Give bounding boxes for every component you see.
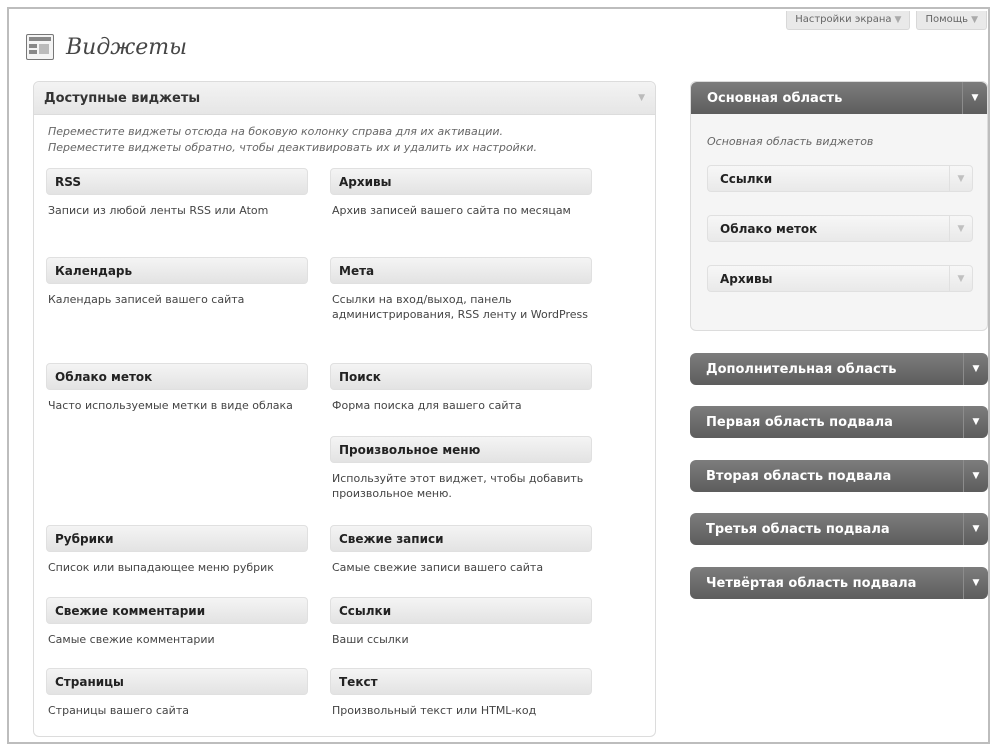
chevron-down-icon: ▼ (971, 15, 978, 25)
widget-pages[interactable]: Страницы Страницы вашего сайта (46, 668, 308, 718)
widget-description: Самые свежие записи вашего сайта (332, 561, 544, 574)
widget-description: Произвольный текст или HTML-код (332, 704, 537, 717)
widget-meta[interactable]: Мета Ссылки на вход/выход, панель админи… (330, 257, 592, 322)
widget-description: Страницы вашего сайта (48, 704, 189, 717)
widget-description: Форма поиска для вашего сайта (332, 399, 522, 412)
widget-description: Архив записей вашего сайта по месяцам (332, 204, 571, 217)
sidebar-title: Основная область (707, 90, 843, 106)
description-line: Переместите виджеты отсюда на боковую ко… (48, 125, 504, 138)
widget-title[interactable]: Мета (330, 257, 592, 284)
widget-title[interactable]: Поиск (330, 363, 592, 390)
placed-widget-title: Ссылки (720, 171, 773, 186)
chevron-down-icon[interactable]: ▼ (963, 567, 988, 599)
widget-rss[interactable]: RSS Записи из любой ленты RSS или Atom (46, 168, 308, 218)
available-widgets-description: Переместите виджеты отсюда на боковую ко… (48, 124, 537, 156)
widget-title[interactable]: Страницы (46, 668, 308, 695)
sidebar-main-header[interactable]: Основная область ▼ (691, 82, 987, 114)
widget-description: Самые свежие комментарии (48, 633, 215, 646)
sidebar-title: Первая область подвала (706, 414, 893, 430)
sidebar-footer-2[interactable]: Вторая область подвала ▼ (690, 460, 988, 492)
widget-title[interactable]: Рубрики (46, 525, 308, 552)
widget-search[interactable]: Поиск Форма поиска для вашего сайта (330, 363, 592, 413)
placed-widget-links[interactable]: Ссылки ▼ (707, 165, 973, 192)
widget-custom-menu[interactable]: Произвольное меню Используйте этот видже… (330, 436, 592, 501)
widget-archives[interactable]: Архивы Архив записей вашего сайта по мес… (330, 168, 592, 218)
widget-description: Календарь записей вашего сайта (48, 293, 245, 306)
top-buttons: Настройки экрана ▼ Помощь ▼ (786, 11, 987, 30)
widget-description: Список или выпадающее меню рубрик (48, 561, 274, 574)
widget-links[interactable]: Ссылки Ваши ссылки (330, 597, 592, 647)
chevron-down-icon: ▼ (894, 15, 902, 25)
sidebar-title: Третья область подвала (706, 521, 890, 537)
chevron-down-icon[interactable]: ▼ (963, 406, 988, 438)
page-title: Виджеты (66, 34, 188, 60)
widget-title[interactable]: RSS (46, 168, 308, 195)
widget-title[interactable]: Ссылки (330, 597, 592, 624)
sidebar-additional-area[interactable]: Дополнительная область ▼ (690, 353, 988, 385)
widget-title[interactable]: Произвольное меню (330, 436, 592, 463)
widget-title[interactable]: Архивы (330, 168, 592, 195)
sidebar-main-area: Основная область ▼ Основная область видж… (690, 81, 988, 331)
chevron-down-icon[interactable]: ▼ (949, 166, 972, 191)
widget-recent-comments[interactable]: Свежие комментарии Самые свежие коммента… (46, 597, 308, 647)
widget-categories[interactable]: Рубрики Список или выпадающее меню рубри… (46, 525, 308, 575)
chevron-down-icon[interactable]: ▼ (949, 216, 972, 241)
chevron-down-icon[interactable]: ▼ (963, 513, 988, 545)
sidebar-footer-1[interactable]: Первая область подвала ▼ (690, 406, 988, 438)
placed-widget-archives[interactable]: Архивы ▼ (707, 265, 973, 292)
widget-description: Ваши ссылки (332, 633, 409, 646)
available-widgets-header[interactable]: Доступные виджеты ▼ (34, 82, 655, 115)
description-line: Переместите виджеты обратно, чтобы деакт… (48, 141, 537, 154)
widget-text[interactable]: Текст Произвольный текст или HTML-код (330, 668, 592, 718)
chevron-down-icon[interactable]: ▼ (963, 460, 988, 492)
placed-widget-tag-cloud[interactable]: Облако меток ▼ (707, 215, 973, 242)
sidebar-footer-3[interactable]: Третья область подвала ▼ (690, 513, 988, 545)
placed-widget-title: Облако меток (720, 221, 818, 236)
sidebar-title: Четвёртая область подвала (706, 575, 917, 591)
chevron-down-icon[interactable]: ▼ (963, 353, 988, 385)
widget-title[interactable]: Свежие записи (330, 525, 592, 552)
available-widgets-panel: Доступные виджеты ▼ Переместите виджеты … (33, 81, 656, 737)
widget-description: Записи из любой ленты RSS или Atom (48, 204, 269, 217)
screen-options-label: Настройки экрана (795, 14, 892, 25)
chevron-down-icon[interactable]: ▼ (962, 82, 987, 114)
chevron-down-icon[interactable]: ▼ (949, 266, 972, 291)
widget-description: Ссылки на вход/выход, панель администрир… (332, 293, 588, 321)
widget-recent-posts[interactable]: Свежие записи Самые свежие записи вашего… (330, 525, 592, 575)
sidebar-description: Основная область виджетов (707, 135, 874, 148)
widget-title[interactable]: Облако меток (46, 363, 308, 390)
help-button[interactable]: Помощь ▼ (916, 11, 987, 30)
widget-description: Часто используемые метки в виде облака (48, 399, 293, 412)
widgets-icon (26, 34, 54, 60)
widget-description: Используйте этот виджет, чтобы добавить … (332, 472, 584, 500)
help-label: Помощь (925, 14, 969, 25)
widget-calendar[interactable]: Календарь Календарь записей вашего сайта (46, 257, 308, 307)
page-header: Виджеты (26, 34, 187, 60)
widget-title[interactable]: Календарь (46, 257, 308, 284)
placed-widget-title: Архивы (720, 271, 773, 286)
available-widgets-title: Доступные виджеты (44, 90, 201, 106)
sidebar-title: Дополнительная область (706, 361, 897, 377)
widget-tag-cloud[interactable]: Облако меток Часто используемые метки в … (46, 363, 308, 413)
sidebar-title: Вторая область подвала (706, 468, 892, 484)
screen-options-button[interactable]: Настройки экрана ▼ (786, 11, 911, 30)
chevron-down-icon[interactable]: ▼ (638, 93, 645, 103)
sidebar-footer-4[interactable]: Четвёртая область подвала ▼ (690, 567, 988, 599)
widget-title[interactable]: Свежие комментарии (46, 597, 308, 624)
widget-title[interactable]: Текст (330, 668, 592, 695)
